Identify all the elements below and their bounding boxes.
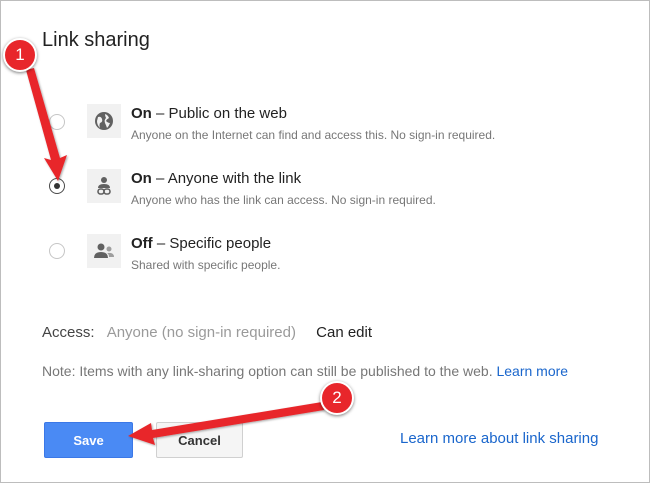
arrow-1 bbox=[26, 68, 67, 181]
annotation-marker-2: 2 bbox=[320, 381, 354, 415]
arrow-2 bbox=[128, 402, 324, 445]
annotation-marker-1: 1 bbox=[3, 38, 37, 72]
